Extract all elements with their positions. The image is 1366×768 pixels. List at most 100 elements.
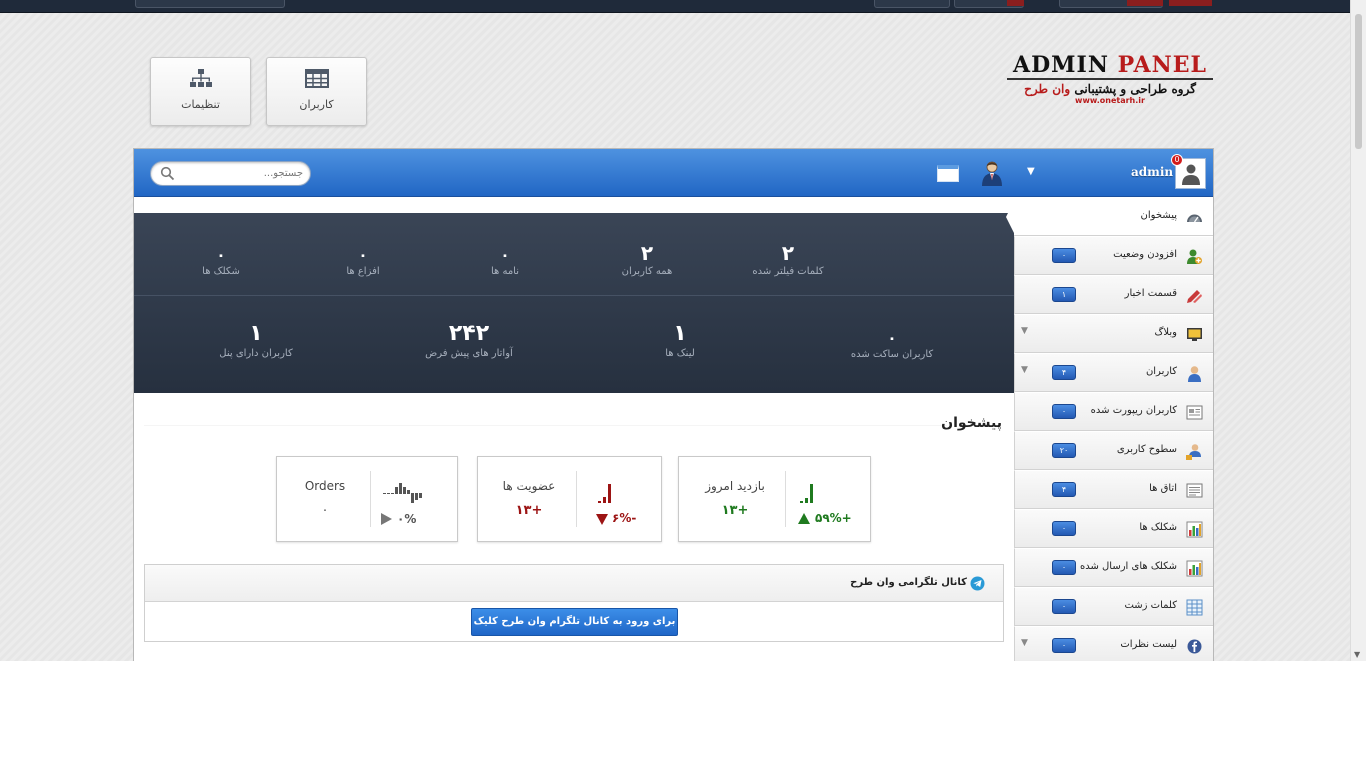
toolbar-red-marker[interactable]: [1169, 0, 1212, 6]
expand-caret-icon[interactable]: ▼: [1021, 326, 1028, 336]
sidebar-item-add-status[interactable]: افزودن وضعیت ۰: [1014, 236, 1213, 275]
card-separator: [370, 471, 371, 527]
sidebar-item-news[interactable]: قسمت اخبار ۱: [1014, 275, 1213, 314]
sidebar-item-blog[interactable]: وبلاگ ▼: [1014, 314, 1213, 353]
scroll-down-arrow-icon[interactable]: ▼: [1354, 650, 1360, 659]
orders-value: ۰: [321, 503, 329, 518]
stat-label: کاربران دارای پنل: [219, 348, 293, 359]
join-telegram-button[interactable]: برای ورود به کانال تلگرام وان طرح کلیک ک…: [471, 608, 678, 653]
visits-today-card: ۵۹%+ بازدید امروز ۱۳+: [678, 456, 871, 542]
stat-label: کلمات فیلتر شده: [752, 266, 824, 277]
stat-label: شکلک ها: [202, 266, 240, 277]
orders-card: ۰% Orders ۰: [276, 456, 458, 542]
stat-links: ۱ لینک ها: [600, 321, 760, 360]
search-input[interactable]: [179, 166, 303, 181]
notification-badge[interactable]: 0: [1171, 154, 1183, 166]
logo-url: www.onetarh.ir: [1075, 96, 1145, 105]
active-item-pointer: [1006, 199, 1015, 235]
sidebar-item-label: سطوح کاربری: [1116, 444, 1177, 455]
expand-caret-icon[interactable]: ▼: [1021, 638, 1028, 648]
bar-chart-icon: [1186, 521, 1203, 538]
telegram-channel-box: کانال تلگرامی وان طرح برای ورود به کانال…: [144, 564, 1004, 653]
comments-icon: [1187, 639, 1202, 654]
user-profile-icon[interactable]: [980, 160, 1004, 186]
section-title: پیشخوان: [941, 415, 1002, 431]
users-shortcut-button[interactable]: کاربران: [266, 57, 367, 126]
stat-label: کاربران ساکت شده: [850, 349, 934, 360]
sidebar-menu: پیشخوان افزودن وضعیت ۰ قسمت اخبار ۱ وبلا…: [1014, 197, 1213, 661]
admin-panel-logo[interactable]: ADMIN PANEL گروه طراحی و پشتیبانی وان طر…: [1005, 52, 1215, 118]
sidebar-item-label: لیست نظرات: [1120, 639, 1177, 650]
sidebar-count-badge: ۰: [1052, 248, 1076, 263]
logo-rule: [1007, 78, 1213, 80]
window-icon[interactable]: [937, 165, 959, 182]
sparkline-red-icon: [598, 484, 611, 503]
user-icon: [1188, 366, 1201, 382]
monitor-icon: [1187, 328, 1202, 341]
toolbar-button[interactable]: [135, 0, 285, 8]
logo-subtitle: گروه طراحی و پشتیبانی وان طرح: [1005, 82, 1215, 96]
visits-percent: ۵۹%+: [815, 511, 852, 525]
users-shortcut-label: کاربران: [299, 98, 334, 111]
sidebar-item-label: کاربران: [1145, 366, 1177, 377]
sidebar-item-label: شکلک ها: [1139, 522, 1177, 533]
vertical-scrollbar[interactable]: ▼: [1350, 0, 1366, 661]
stat-value: ۲: [640, 241, 654, 265]
toolbar-button[interactable]: [874, 0, 950, 8]
visits-value: ۱۳+: [721, 503, 749, 518]
sidebar-item-user-levels[interactable]: سطوح کاربری ۲۰: [1014, 431, 1213, 470]
sidebar-item-rooms[interactable]: اتاق ها ۴: [1014, 470, 1213, 509]
sparkline-gray-icon: [383, 483, 422, 503]
sidebar-item-comments[interactable]: لیست نظرات ۰ ▼: [1014, 626, 1213, 661]
top-toolbar: [0, 0, 1350, 13]
sidebar-item-reported-users[interactable]: کاربران ریپورت شده ۰: [1014, 392, 1213, 431]
user-levels-icon: [1186, 444, 1201, 460]
scrollbar-thumb[interactable]: [1355, 14, 1362, 149]
panel-header: ▼ admin 0: [134, 149, 1213, 197]
orders-percent: ۰%: [397, 512, 417, 526]
sidebar-item-sent-smileys[interactable]: شکلک های ارسال شده ۰: [1014, 548, 1213, 587]
sidebar-item-users[interactable]: کاربران ۴ ▼: [1014, 353, 1213, 392]
dashboard-gauge-icon: [1187, 214, 1202, 223]
search-box[interactable]: [150, 161, 311, 186]
stat-label: همه کاربران: [621, 266, 673, 277]
stat-value: ۱: [249, 321, 263, 346]
sidebar-count-badge: ۰: [1052, 599, 1076, 614]
memberships-card: ۶%- عضویت ها ۱۳+: [477, 456, 662, 542]
memberships-value: ۱۳+: [515, 503, 543, 518]
expand-caret-icon[interactable]: ▼: [1021, 365, 1028, 375]
card-separator: [576, 471, 577, 527]
telegram-box-header: کانال تلگرامی وان طرح: [145, 565, 1003, 602]
stat-value: ۱: [673, 321, 687, 346]
stat-value: ۰: [500, 246, 510, 264]
stat-value: ۰: [887, 329, 897, 347]
settings-shortcut-button[interactable]: تنظیمات: [150, 57, 251, 126]
stat-label: آواتار های پیش فرض: [425, 348, 513, 359]
sidebar-count-badge: ۰: [1052, 638, 1076, 653]
memberships-percent: ۶%-: [612, 511, 637, 525]
sidebar-count-badge: ۲۰: [1052, 443, 1076, 458]
search-icon[interactable]: [160, 166, 175, 181]
sidebar-count-badge: ۰: [1052, 560, 1076, 575]
bar-chart-icon: [1186, 560, 1203, 577]
logo-title: ADMIN PANEL: [1005, 52, 1215, 78]
stat-value: ۲۴۲: [448, 321, 490, 346]
sidebar-item-label: قسمت اخبار: [1124, 288, 1177, 299]
sidebar-item-smileys[interactable]: شکلک ها ۰: [1014, 509, 1213, 548]
stat-smileys: ۰ شکلک ها: [141, 248, 301, 278]
sidebar-item-dashboard[interactable]: پیشخوان: [1014, 197, 1213, 236]
settings-shortcut-label: تنظیمات: [181, 98, 220, 111]
sidebar-item-label: پیشخوان: [1140, 210, 1177, 221]
sidebar-item-label: کلمات زشت: [1124, 600, 1177, 611]
stat-label: لینک ها: [665, 348, 695, 359]
stat-label: افزاع ها: [346, 266, 380, 277]
stat-label: نامه ها: [490, 266, 520, 277]
stat-all-users: ۲ همه کاربران: [567, 243, 727, 277]
sparkline-up-icon: [800, 484, 813, 503]
stat-default-avatars: ۲۴۲ آواتار های پیش فرض: [389, 321, 549, 360]
sidebar-item-bad-words[interactable]: کلمات زشت ۰: [1014, 587, 1213, 626]
user-menu-dropdown-arrow[interactable]: ▼: [1027, 166, 1035, 177]
logo-title-admin: ADMIN: [1013, 52, 1109, 78]
admin-username[interactable]: admin: [1131, 165, 1173, 179]
sitemap-icon: [189, 69, 212, 87]
